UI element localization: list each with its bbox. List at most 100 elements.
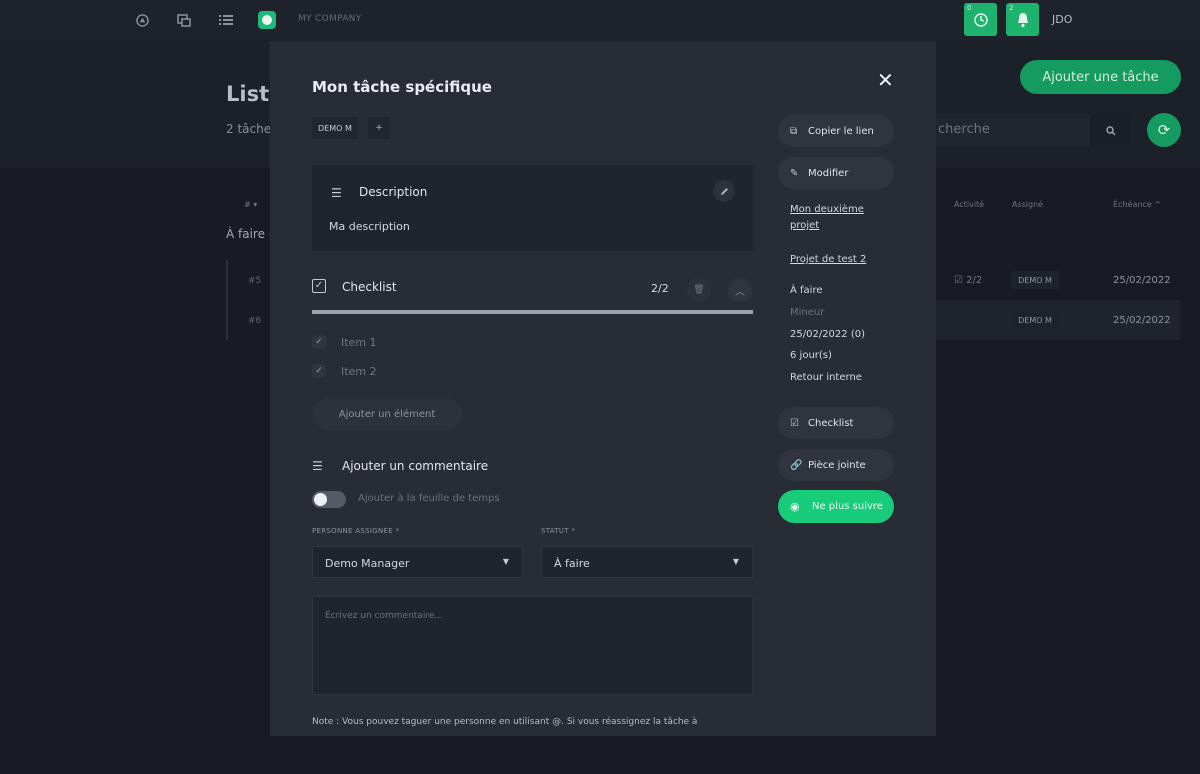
checklist-item-label: Item 2 <box>341 364 377 378</box>
close-icon[interactable]: ✕ <box>877 68 894 92</box>
row-number: #6 <box>248 316 262 326</box>
row-activity: ☑ 2/2 <box>954 275 982 286</box>
add-item-button[interactable]: Ajouter un élément <box>312 398 462 430</box>
row-number: #5 <box>248 276 262 286</box>
assignee-select[interactable]: Demo Manager ▼ <box>312 546 523 578</box>
comment-textarea[interactable]: Écrivez un commentaire... <box>312 596 753 695</box>
type-value: Retour interne <box>790 372 862 383</box>
text-align-icon: ☰ <box>331 186 342 200</box>
row-due-date: 25/02/2022 <box>1113 275 1171 286</box>
row-assignee: DEMO M <box>1011 271 1059 289</box>
row-activity-count: 2/2 <box>966 275 983 286</box>
assignee-select-value: Demo Manager <box>325 557 410 570</box>
assignee-label: PERSONNE ASSIGNÉE * <box>312 527 400 535</box>
checklist-icon: ☑ <box>954 275 963 286</box>
add-tag-button[interactable]: + <box>368 117 390 139</box>
eye-icon: ◉ <box>790 500 800 513</box>
unfollow-label: Ne plus suivre <box>812 501 883 512</box>
company-name: MY COMPANY <box>298 14 362 24</box>
duration-value: 6 jour(s) <box>790 350 832 361</box>
home-icon[interactable] <box>132 10 152 30</box>
group-label: À faire ( <box>226 227 274 241</box>
checklist-item[interactable]: ✓ Item 2 <box>312 363 377 379</box>
description-title: Description <box>359 185 428 199</box>
copy-link-button[interactable]: ⧉ Copier le lien <box>778 115 894 147</box>
edit-label: Modifier <box>808 167 849 179</box>
toggle-knob <box>314 493 327 506</box>
refresh-button[interactable]: ⟳ <box>1147 113 1181 147</box>
company-logo[interactable] <box>258 11 276 29</box>
description-text: Ma description <box>329 220 410 233</box>
project-link[interactable]: Mon deuxième projet <box>790 202 864 234</box>
clock-icon <box>973 12 988 27</box>
status-select-value: À faire <box>554 557 590 570</box>
status-label: STATUT * <box>541 527 576 535</box>
task-count: 2 tâche <box>226 122 272 136</box>
pencil-icon: ✎ <box>790 167 799 179</box>
timer-button[interactable]: 0 <box>964 3 997 36</box>
copy-link-label: Copier le lien <box>808 125 874 137</box>
project-2-link[interactable]: Projet de test 2 <box>790 252 866 268</box>
chevron-up-icon: ︿ <box>735 286 745 298</box>
collapse-checklist-button[interactable]: ︿ <box>728 278 752 302</box>
edit-description-button[interactable] <box>713 180 735 202</box>
search-button[interactable] <box>1090 114 1131 147</box>
list-icon[interactable] <box>216 10 236 30</box>
task-modal: Mon tâche spécifique ✕ DEMO M + ☰ Descri… <box>270 41 936 736</box>
comment-note: Note : Vous pouvez taguer une personne e… <box>312 717 698 727</box>
delete-checklist-button[interactable]: 🗑 <box>687 278 711 302</box>
unfollow-button[interactable]: ◉ Ne plus suivre <box>778 490 894 523</box>
row-due-date: 25/02/2022 <box>1113 315 1171 326</box>
checklist-progress-fill <box>312 310 753 314</box>
priority-value: Mineur <box>790 307 825 318</box>
comment-title: Ajouter un commentaire <box>342 459 489 473</box>
copy-icon[interactable] <box>174 10 194 30</box>
assignee-tag[interactable]: DEMO M <box>312 117 358 139</box>
timer-count: 0 <box>967 4 972 12</box>
add-task-button[interactable]: Ajouter une tâche <box>1020 60 1181 94</box>
trash-icon: 🗑 <box>693 285 705 295</box>
due-date-value: 25/02/2022 (0) <box>790 329 865 340</box>
column-due-date[interactable]: Échéance ^ <box>1113 200 1161 209</box>
attachment-button[interactable]: 🔗 Pièce jointe <box>778 449 894 481</box>
description-panel: ☰ Description Ma description <box>312 165 753 251</box>
refresh-icon: ⟳ <box>1157 121 1171 139</box>
project-link-line1: Mon deuxième <box>790 204 864 215</box>
caret-down-icon: ▼ <box>732 557 739 566</box>
pencil-icon <box>720 187 728 195</box>
copy-icon: ⧉ <box>790 125 798 137</box>
search-input[interactable]: cherche <box>936 114 1090 147</box>
checklist-button-label: Checklist <box>808 417 854 429</box>
notifications-button[interactable]: 2 <box>1006 3 1039 36</box>
checkbox-icon: ✓ <box>312 279 326 293</box>
checklist-item[interactable]: ✓ Item 1 <box>312 334 377 350</box>
modal-title: Mon tâche spécifique <box>312 78 492 96</box>
timesheet-toggle[interactable] <box>312 491 346 508</box>
check-icon[interactable]: ✓ <box>312 335 326 349</box>
edit-button[interactable]: ✎ Modifier <box>778 157 894 189</box>
row-assignee: DEMO M <box>1011 311 1059 329</box>
column-number[interactable]: # ▾ <box>244 200 257 209</box>
bell-icon <box>1017 12 1028 27</box>
check-icon[interactable]: ✓ <box>312 364 326 378</box>
paperclip-icon: 🔗 <box>790 459 803 471</box>
checklist-item-label: Item 1 <box>341 335 377 349</box>
project-link-line2: projet <box>790 220 820 231</box>
timesheet-toggle-label: Ajouter à la feuille de temps <box>358 493 500 504</box>
status-value: À faire <box>790 285 823 296</box>
group-divider <box>226 260 228 340</box>
checklist-button[interactable]: ☑ Checklist <box>778 407 894 439</box>
checklist-count: 2/2 <box>651 282 669 295</box>
user-initials[interactable]: JDO <box>1052 13 1072 26</box>
checklist-progress <box>312 310 753 314</box>
caret-down-icon: ▼ <box>502 557 509 566</box>
column-activity: Activité <box>954 200 985 209</box>
status-select[interactable]: À faire ▼ <box>541 546 753 578</box>
comment-icon: ☰ <box>312 459 323 473</box>
attachment-button-label: Pièce jointe <box>808 459 866 471</box>
checkbox-icon: ☑ <box>790 417 799 429</box>
top-bar: MY COMPANY 0 2 JDO <box>0 0 1200 40</box>
checklist-title: Checklist <box>342 280 397 294</box>
column-assignee: Assigné <box>1012 200 1044 209</box>
notification-count: 2 <box>1009 4 1014 12</box>
